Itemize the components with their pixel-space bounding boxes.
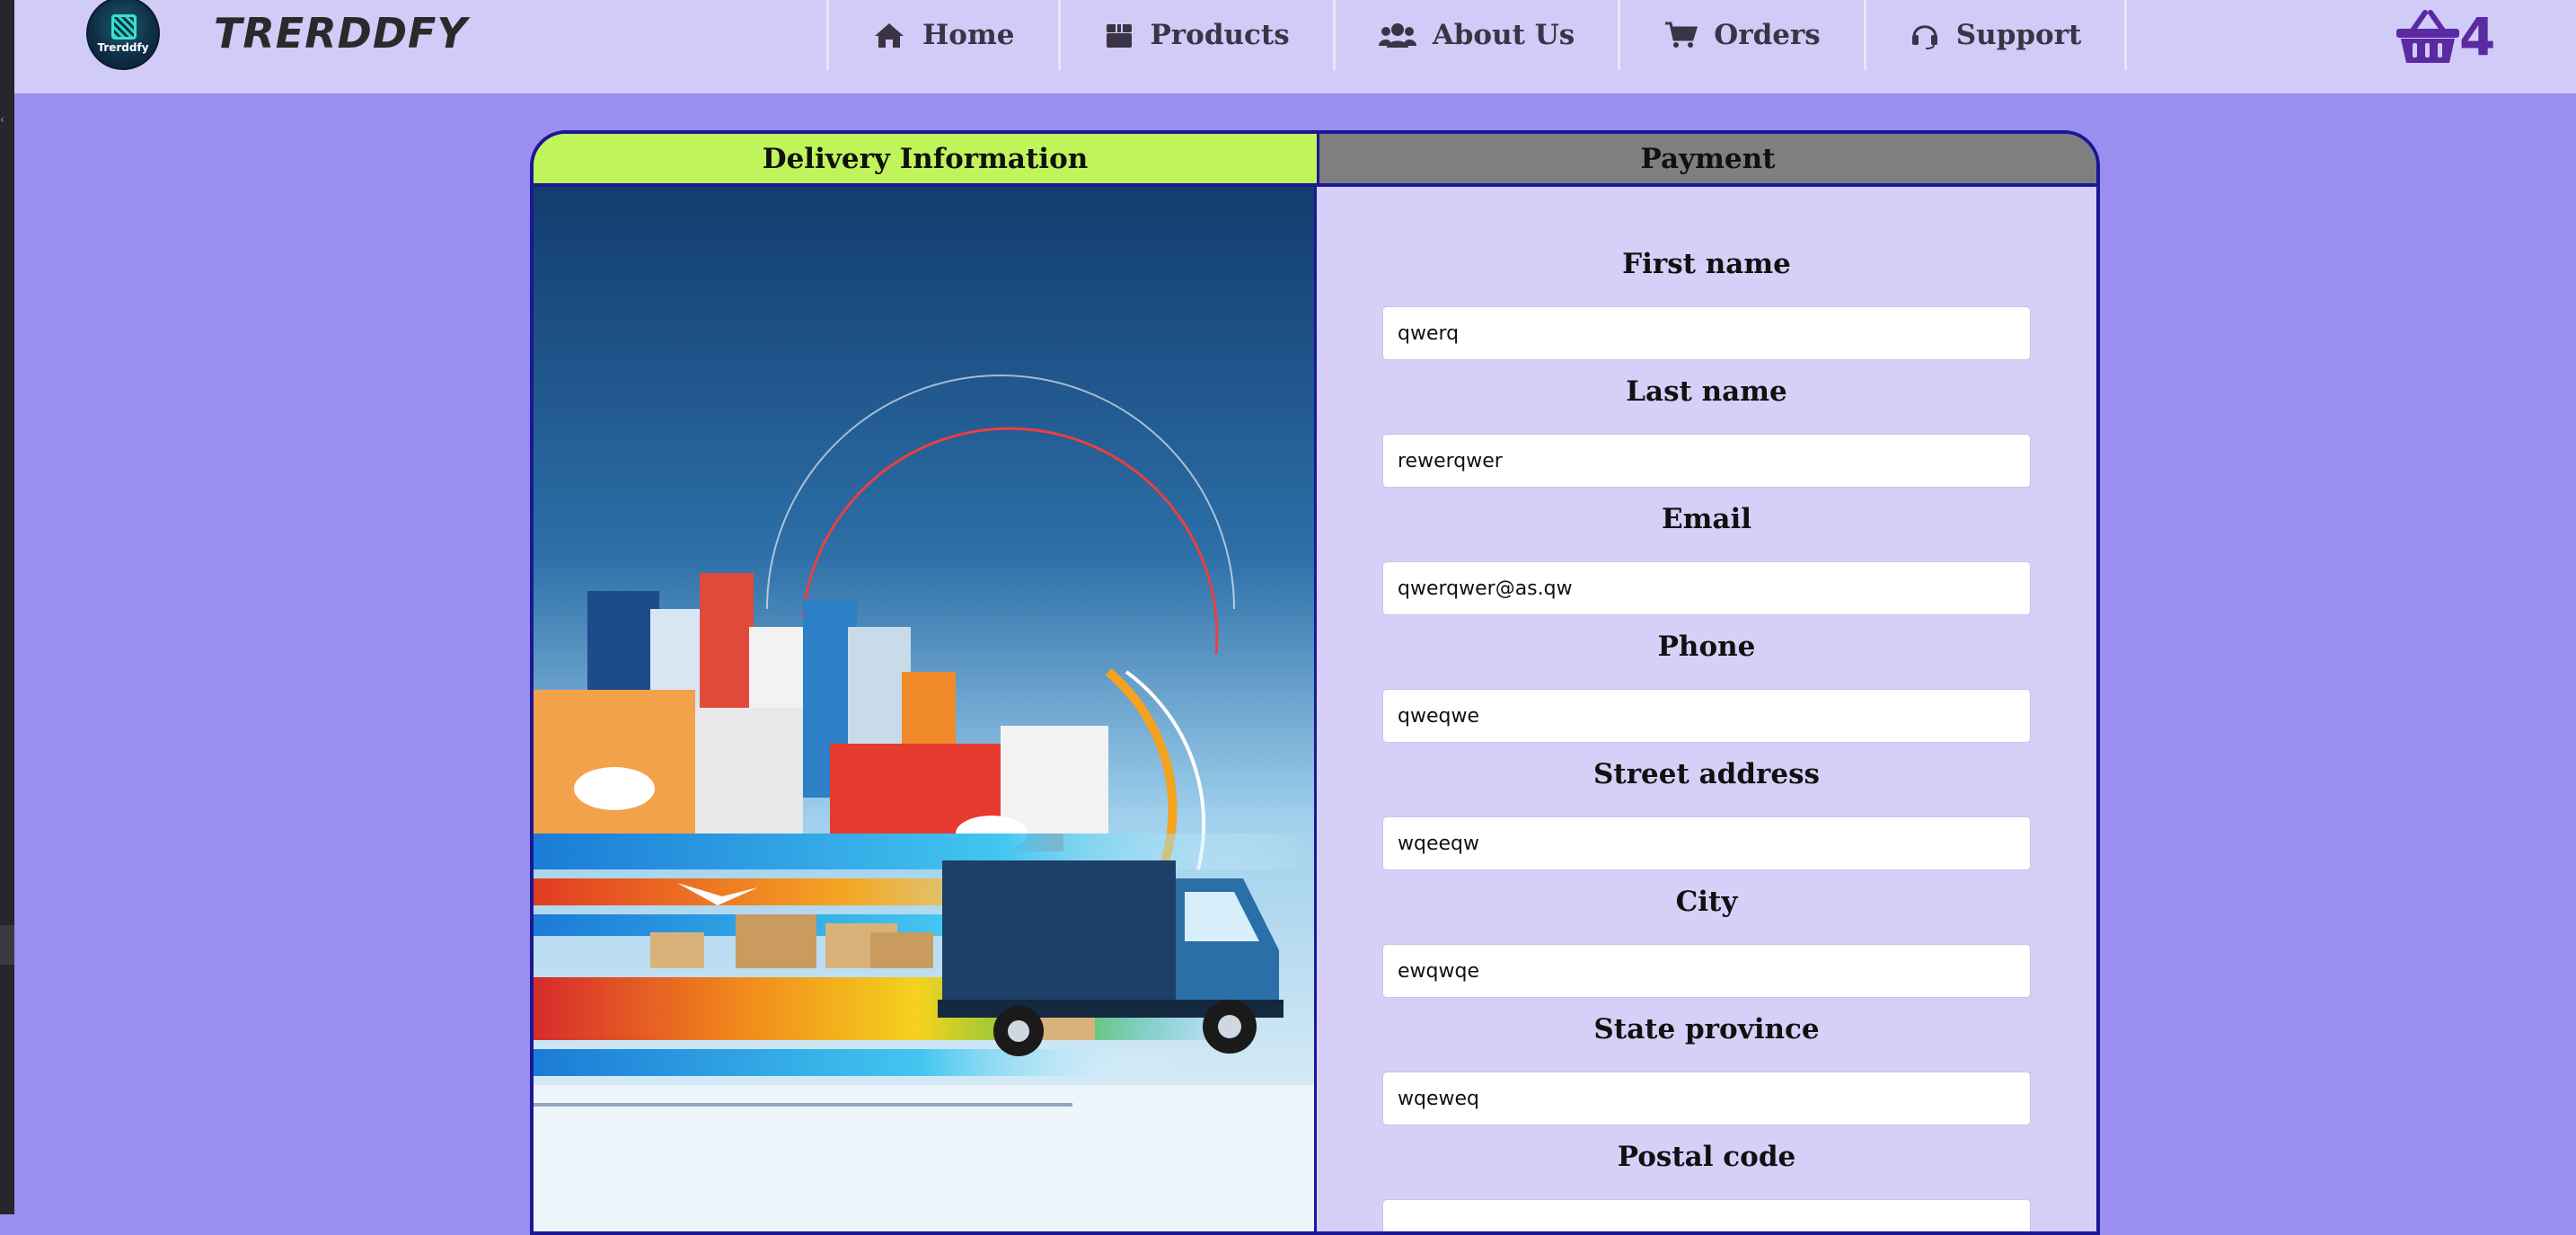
cart-button[interactable]: 4 [2395, 5, 2495, 68]
delivery-illustration [534, 187, 1317, 1231]
nav-label-products: Products [1150, 19, 1290, 51]
nav-item-home[interactable]: Home [826, 0, 1058, 70]
logo-glyph-icon [111, 14, 137, 40]
nav-item-support[interactable]: Support [1863, 0, 2128, 70]
last-name-label: Last name [1626, 375, 1787, 408]
state-province-label: State province [1593, 1013, 1820, 1045]
brand-logo[interactable]: Trerddfy [86, 0, 160, 70]
basket-icon [2396, 10, 2459, 63]
postal-code-input[interactable] [1382, 1199, 2031, 1231]
checkout-tabs: Delivery Information Payment [534, 134, 2096, 184]
phone-input[interactable] [1382, 689, 2031, 743]
city-label: City [1675, 886, 1738, 918]
side-strip-handle[interactable] [0, 925, 14, 965]
city-input[interactable] [1382, 944, 2031, 998]
first-name-label: First name [1622, 248, 1791, 280]
delivery-form: First name Last name Email Phone Street … [1317, 187, 2096, 1231]
street-address-input[interactable] [1382, 816, 2031, 870]
postal-code-label: Postal code [1617, 1141, 1796, 1173]
nav-label-orders: Orders [1714, 19, 1821, 51]
email-label: Email [1661, 503, 1752, 535]
nav-label-about-us: About Us [1432, 19, 1575, 51]
top-navbar: Trerddfy TRERDDFY Home Products About Us… [14, 0, 2576, 93]
editor-side-strip: ‹ [0, 0, 14, 1214]
email-input[interactable] [1382, 561, 2031, 615]
main-nav: Home Products About Us Orders Support [826, 0, 2128, 70]
street-address-label: Street address [1593, 758, 1820, 790]
tab-delivery-information[interactable]: Delivery Information [534, 134, 1317, 184]
cart-count-badge: 4 [2459, 6, 2496, 67]
nav-label-support: Support [1955, 19, 2082, 51]
checkout-card: Delivery Information Payment First name … [530, 130, 2100, 1235]
phone-label: Phone [1657, 631, 1756, 663]
nav-label-home: Home [922, 19, 1015, 51]
box-icon [1106, 24, 1132, 48]
home-icon [875, 23, 904, 48]
cart-icon [1665, 22, 1698, 48]
users-icon [1378, 23, 1416, 48]
state-province-input[interactable] [1382, 1072, 2031, 1125]
nav-item-about-us[interactable]: About Us [1332, 0, 1619, 70]
nav-item-orders[interactable]: Orders [1618, 0, 1864, 70]
side-strip-marker: ‹ [0, 113, 4, 126]
brand-name[interactable]: TRERDDFY [214, 9, 468, 57]
delivery-truck-city-image [534, 187, 1314, 1231]
tab-payment[interactable]: Payment [1317, 134, 2096, 184]
headset-icon [1911, 25, 1937, 49]
first-name-input[interactable] [1382, 306, 2031, 360]
nav-item-products[interactable]: Products [1057, 0, 1333, 70]
logo-text: Trerddfy [97, 41, 149, 54]
last-name-input[interactable] [1382, 434, 2031, 488]
